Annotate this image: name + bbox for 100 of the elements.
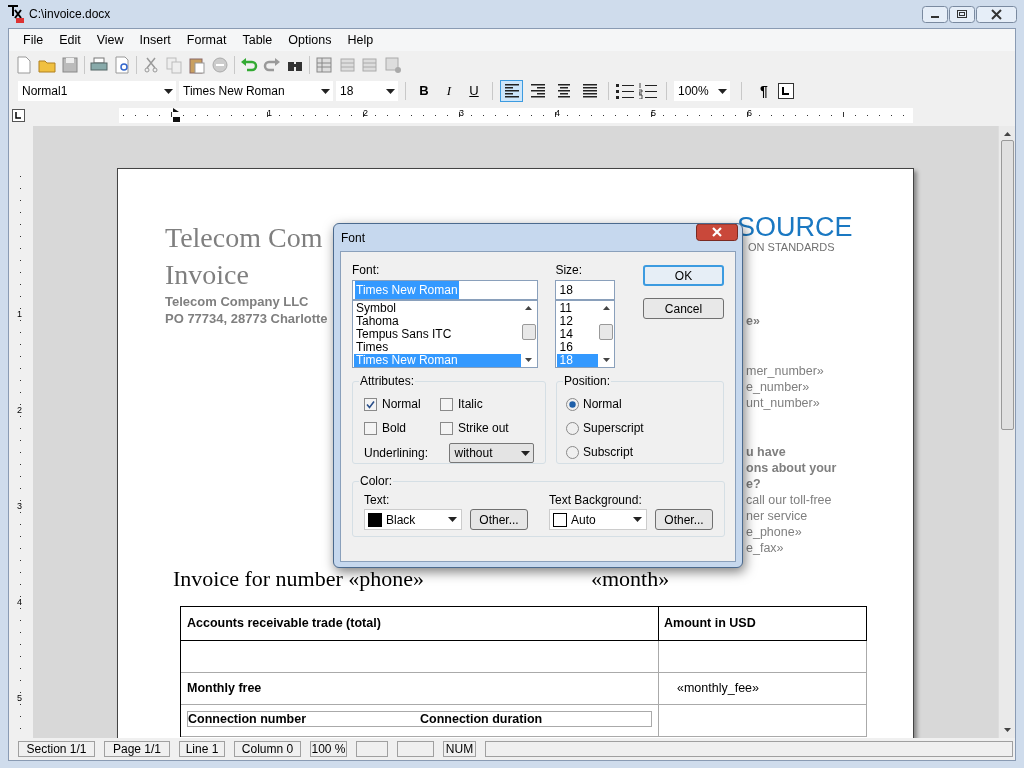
address-text: u have: [746, 444, 786, 460]
font-size-dropdown[interactable]: 18: [336, 81, 398, 101]
ruler-number: 2: [363, 106, 368, 120]
checkbox-label: Bold: [382, 420, 407, 437]
paragraph-marks-button[interactable]: ¶: [753, 80, 775, 102]
tab-stop-icon[interactable]: [12, 108, 25, 122]
status-panel: Line 1: [179, 741, 225, 757]
menu-item[interactable]: Options: [280, 30, 340, 50]
other-color-button[interactable]: Other...: [470, 509, 528, 530]
app-logo-icon: [6, 4, 24, 24]
text-color-dropdown[interactable]: Black: [364, 509, 462, 530]
scrollbar-thumb[interactable]: [1000, 140, 1014, 430]
font-dropdown[interactable]: Times New Roman: [179, 81, 333, 101]
scroll-up-icon[interactable]: [1003, 132, 1011, 136]
close-icon[interactable]: [976, 5, 1017, 23]
align-justify-icon: [582, 84, 597, 98]
scrollbar-thumb[interactable]: [521, 324, 536, 340]
scroll-down-icon[interactable]: [1003, 728, 1011, 732]
list-option[interactable]: 11: [557, 302, 598, 315]
address-text: ons about your: [746, 460, 837, 476]
dropdown-arrow-icon: [718, 88, 727, 94]
window-title: C:\invoice.docx: [29, 6, 111, 23]
list-option[interactable]: Times: [354, 341, 521, 354]
tab-stop-icon[interactable]: [778, 83, 794, 99]
table-cell: Monthly free: [181, 673, 659, 704]
numbered-list-icon[interactable]: [639, 83, 659, 99]
scroll-up-icon[interactable]: [525, 306, 533, 310]
underline-button[interactable]: U: [463, 80, 485, 102]
scrollbar-thumb[interactable]: [599, 324, 613, 340]
month-field: «month»: [591, 566, 670, 592]
background-color-dropdown[interactable]: Auto: [549, 509, 647, 530]
style-dropdown[interactable]: Normal1: [18, 81, 176, 101]
menu-item[interactable]: Edit: [51, 30, 89, 50]
address-text: e_fax»: [746, 540, 784, 556]
company-text: Telecom Company LLC: [165, 293, 309, 310]
checkbox[interactable]: [440, 421, 453, 435]
size-list[interactable]: 11 12 14 16 18: [555, 300, 615, 368]
scroll-down-icon[interactable]: [525, 358, 533, 362]
checkbox[interactable]: [364, 421, 377, 435]
list-option[interactable]: 16: [557, 341, 598, 354]
size-label: Size:: [555, 263, 584, 278]
font-size-field[interactable]: 18: [555, 280, 615, 300]
bold-button[interactable]: B: [413, 80, 435, 102]
heading-text: Telecom Com: [165, 221, 323, 255]
print-preview-icon[interactable]: [113, 55, 131, 74]
horizontal-ruler[interactable]: 1 2 3 4 5 6: [119, 107, 913, 123]
position-label: Position:: [563, 374, 612, 388]
scroll-down-icon[interactable]: [602, 358, 610, 362]
ruler-number: 3: [17, 500, 22, 513]
list-option[interactable]: 14: [557, 328, 598, 341]
align-left-button[interactable]: [500, 80, 523, 102]
italic-button[interactable]: I: [438, 80, 460, 102]
table-cell: Connection duration: [420, 712, 543, 726]
background-color-label: Text Background:: [549, 493, 643, 508]
indent-marker-icon: [172, 107, 182, 123]
zoom-dropdown[interactable]: 100%: [674, 81, 730, 101]
undo-icon[interactable]: [240, 55, 258, 74]
ruler-number: 4: [555, 106, 560, 120]
clipboard-icon[interactable]: [188, 55, 206, 74]
checkbox[interactable]: [440, 397, 453, 411]
dialog-title: Font: [341, 230, 365, 247]
status-panel: Section 1/1: [18, 741, 95, 757]
table-cell: «monthly_fee»: [659, 673, 867, 704]
bullet-list-icon[interactable]: [616, 83, 636, 99]
ok-button[interactable]: OK: [643, 265, 724, 286]
vertical-scrollbar[interactable]: [998, 126, 1015, 738]
list-option[interactable]: 12: [557, 315, 598, 328]
underlining-dropdown[interactable]: without: [449, 443, 534, 463]
checkbox[interactable]: [364, 397, 377, 411]
menu-item[interactable]: View: [88, 30, 132, 50]
list-option[interactable]: Symbol: [354, 302, 521, 315]
radio-button[interactable]: [566, 397, 579, 411]
dropdown-arrow-icon: [633, 517, 642, 522]
scroll-up-icon[interactable]: [602, 306, 610, 310]
menu-item[interactable]: Table: [234, 30, 281, 50]
status-panel: Page 1/1: [104, 741, 170, 757]
ruler-number: 5: [651, 106, 656, 120]
list-option[interactable]: Tahoma: [354, 315, 521, 328]
maximize-icon[interactable]: [949, 5, 975, 23]
menu-item[interactable]: Insert: [131, 30, 179, 50]
minimize-icon[interactable]: [922, 5, 948, 23]
status-panel: 100 %: [310, 741, 347, 757]
ruler-number: 1: [267, 106, 272, 120]
menu-item[interactable]: Help: [339, 30, 382, 50]
table-icon[interactable]: [315, 55, 333, 74]
scissors-icon[interactable]: [142, 55, 160, 74]
list-option[interactable]: Tempus Sans ITC: [354, 328, 521, 341]
table-header: Accounts receivable trade (total): [181, 607, 659, 640]
font-list[interactable]: Symbol Tahoma Tempus Sans ITC Times Times New Roman: [352, 300, 538, 368]
printer-icon[interactable]: [90, 55, 108, 74]
menu-item[interactable]: File: [15, 30, 52, 50]
cancel-button[interactable]: Cancel: [643, 298, 724, 319]
close-icon[interactable]: [696, 224, 738, 241]
radio-button[interactable]: [566, 421, 579, 435]
menu-item[interactable]: Format: [178, 30, 235, 50]
address-text: call our toll-free: [746, 492, 832, 508]
radio-button[interactable]: [566, 445, 579, 459]
other-color-button[interactable]: Other...: [655, 509, 713, 530]
redo-icon[interactable]: [263, 55, 281, 74]
checkbox-label: Normal: [382, 396, 421, 413]
